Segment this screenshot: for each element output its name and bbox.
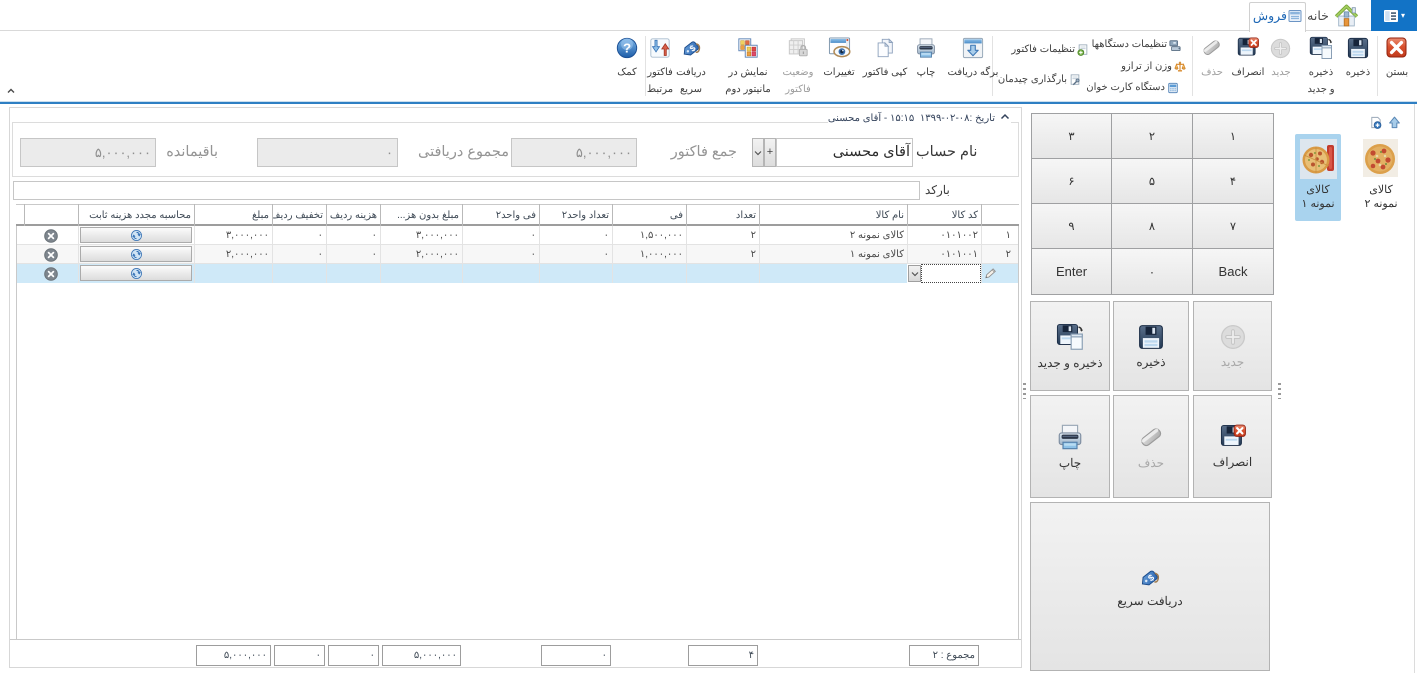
svg-text:?: ?: [623, 41, 631, 56]
